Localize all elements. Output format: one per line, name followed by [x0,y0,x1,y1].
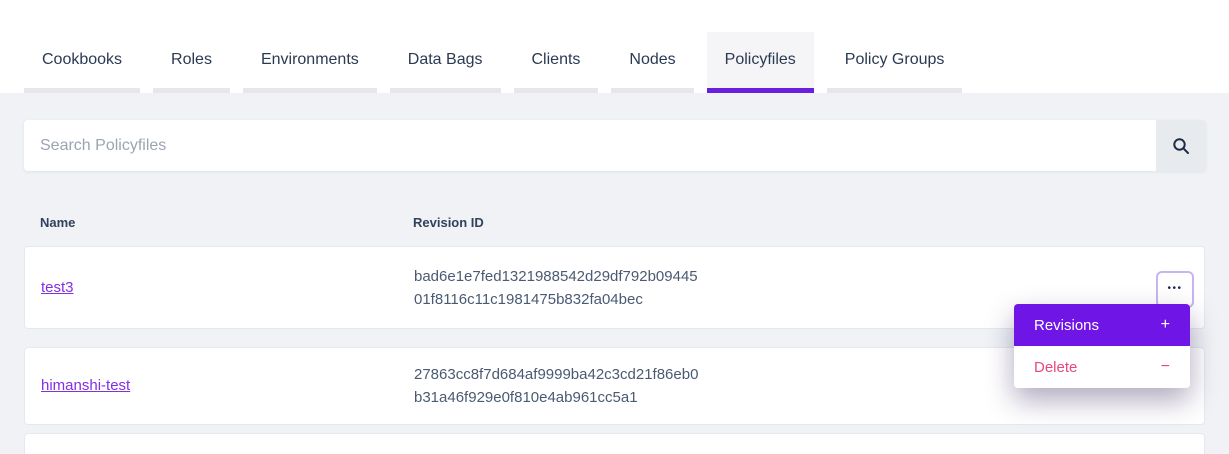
row-actions-context-menu: Revisions + Delete − [1014,304,1190,388]
policyfile-link[interactable]: himanshi-test [41,377,130,394]
more-horizontal-icon: ••• [1167,283,1182,294]
revision-id-line: b31a46f929e0f810e4ab961cc5a1 [414,386,698,409]
minus-icon: − [1161,358,1170,376]
tab-nodes[interactable]: Nodes [611,32,693,93]
policyfile-name-cell: himanshi-test [41,377,130,395]
tab-clients[interactable]: Clients [514,32,599,93]
more-actions-button[interactable]: ••• [1156,271,1194,308]
tab-policy-groups[interactable]: Policy Groups [827,32,963,93]
tab-roles[interactable]: Roles [153,32,230,93]
tab-environments[interactable]: Environments [243,32,377,93]
policyfile-name-cell: test3 [41,279,74,297]
content-area: Name Revision ID test3 bad6e1e7fed132198… [0,93,1229,454]
revision-id-cell: bad6e1e7fed1321988542d29df792b09445 01f8… [414,265,698,311]
table-row [24,433,1205,454]
revision-id-line: 01f8116c11c1981475b832fa04bec [414,288,698,311]
search-icon [1172,137,1190,155]
search-input[interactable] [24,120,1156,171]
policyfile-link[interactable]: test3 [41,279,74,296]
revision-id-line: 27863cc8f7d684af9999ba42c3cd21f86eb0 [414,363,698,386]
plus-icon: + [1161,316,1170,334]
tab-data-bags[interactable]: Data Bags [390,32,501,93]
tabs-container: Cookbooks Roles Environments Data Bags C… [24,32,962,93]
menu-item-revisions[interactable]: Revisions + [1014,304,1190,346]
menu-item-delete[interactable]: Delete − [1014,346,1190,388]
revision-id-cell: 27863cc8f7d684af9999ba42c3cd21f86eb0 b31… [414,363,698,409]
menu-item-label: Revisions [1034,317,1099,334]
revision-id-line: bad6e1e7fed1321988542d29df792b09445 [414,265,698,288]
column-header-revision-id: Revision ID [413,215,484,230]
search-button[interactable] [1156,120,1206,171]
tab-bar: Cookbooks Roles Environments Data Bags C… [0,0,1229,93]
tab-cookbooks[interactable]: Cookbooks [24,32,140,93]
page: Cookbooks Roles Environments Data Bags C… [0,0,1229,454]
menu-item-label: Delete [1034,359,1077,376]
tab-policyfiles[interactable]: Policyfiles [707,32,814,93]
column-header-name: Name [40,215,75,230]
search-bar [24,120,1206,171]
